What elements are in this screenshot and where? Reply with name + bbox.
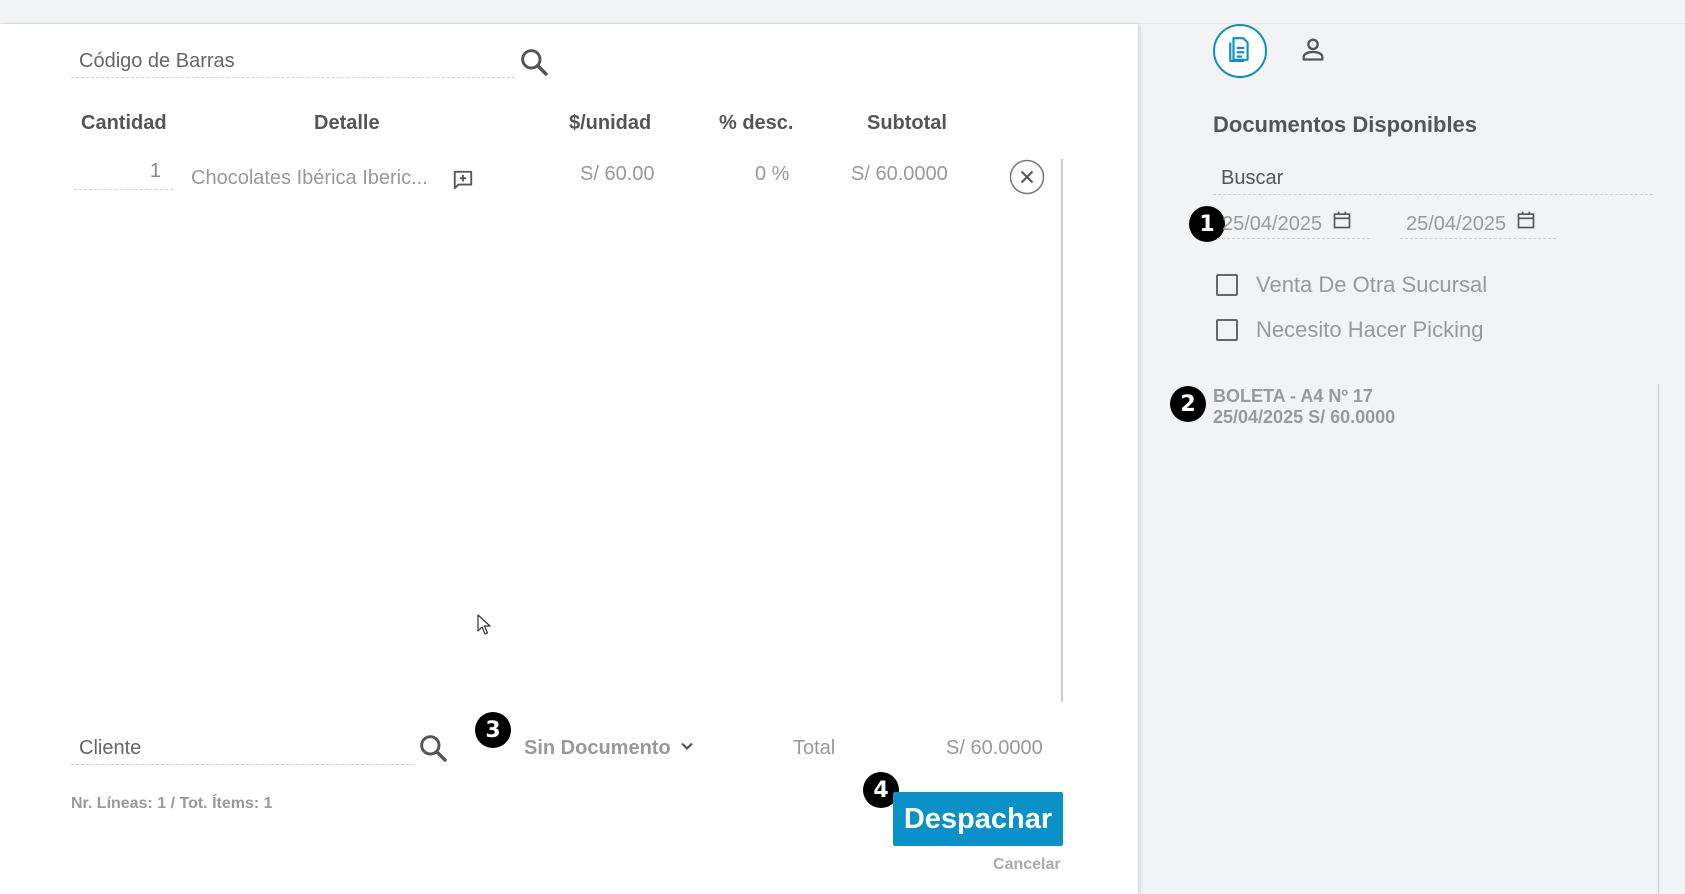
documents-search-placeholder: Buscar xyxy=(1221,167,1284,189)
header-detail: Detalle xyxy=(314,112,380,134)
header-subtotal: Subtotal xyxy=(867,112,947,134)
item-discount: 0 % xyxy=(755,163,790,185)
header-unit-price: $/unidad xyxy=(569,112,652,134)
marker-2: 2 xyxy=(1170,386,1206,422)
date-to-input[interactable]: 25/04/2025 xyxy=(1400,209,1556,239)
total-value: S/ 60.0000 xyxy=(946,737,1043,759)
item-detail: Chocolates Ibérica Iberic... xyxy=(191,167,428,189)
item-subtotal: S/ 60.0000 xyxy=(851,163,948,185)
checkbox-icon[interactable] xyxy=(1216,319,1238,341)
document-detail: 25/04/2025 S/ 60.0000 xyxy=(1213,407,1396,427)
header-discount: % desc. xyxy=(719,112,794,134)
date-from-input[interactable]: 25/04/2025 xyxy=(1217,209,1370,239)
dispatch-button[interactable]: Despachar xyxy=(893,792,1063,846)
date-from-value: 25/04/2025 xyxy=(1222,212,1323,235)
calendar-icon[interactable] xyxy=(1516,210,1536,238)
marker-3: 3 xyxy=(475,712,511,748)
lines-summary: Nr. Líneas: 1 / Tot. Ítems: 1 xyxy=(71,795,273,812)
barcode-input[interactable]: Código de Barras xyxy=(71,46,515,78)
close-circle-icon[interactable] xyxy=(1009,159,1045,195)
checkbox-picking-label: Necesito Hacer Picking xyxy=(1256,317,1484,342)
document-title: BOLETA - A4 Nº 17 xyxy=(1213,386,1373,406)
client-tab[interactable] xyxy=(1296,34,1330,68)
person-icon xyxy=(1299,35,1327,68)
checkbox-picking[interactable]: Necesito Hacer Picking xyxy=(1216,317,1483,343)
document-type-select[interactable]: Sin Documento xyxy=(524,737,695,760)
table-scrollbar[interactable] xyxy=(1061,159,1063,702)
barcode-placeholder: Código de Barras xyxy=(79,50,235,72)
top-strip xyxy=(0,0,1685,24)
documents-tab[interactable] xyxy=(1213,24,1267,78)
client-input[interactable]: Cliente xyxy=(71,733,414,765)
total-label: Total xyxy=(793,737,836,759)
item-unit-price: S/ 60.00 xyxy=(580,163,655,185)
calendar-icon[interactable] xyxy=(1332,210,1352,238)
chevron-down-icon xyxy=(679,738,695,759)
cursor-icon xyxy=(477,614,491,641)
client-search-icon[interactable] xyxy=(415,730,451,766)
add-comment-icon[interactable] xyxy=(450,167,476,193)
quantity-value: 1 xyxy=(149,160,161,182)
documents-search-input[interactable]: Buscar xyxy=(1213,163,1653,195)
documents-scrollbar[interactable] xyxy=(1658,384,1659,894)
document-type-value: Sin Documento xyxy=(524,737,671,759)
search-icon[interactable] xyxy=(516,44,552,80)
checkbox-other-branch-label: Venta De Otra Sucursal xyxy=(1256,272,1488,297)
date-to-value: 25/04/2025 xyxy=(1406,212,1507,235)
client-placeholder: Cliente xyxy=(79,737,142,759)
document-icon xyxy=(1227,36,1253,67)
header-quantity: Cantidad xyxy=(81,112,167,134)
cancel-button[interactable]: Cancelar xyxy=(993,856,1061,874)
documents-title: Documentos Disponibles xyxy=(1213,112,1478,137)
quantity-input[interactable]: 1 xyxy=(74,160,173,190)
checkbox-other-branch[interactable]: Venta De Otra Sucursal xyxy=(1216,272,1487,298)
checkbox-icon[interactable] xyxy=(1216,274,1238,296)
